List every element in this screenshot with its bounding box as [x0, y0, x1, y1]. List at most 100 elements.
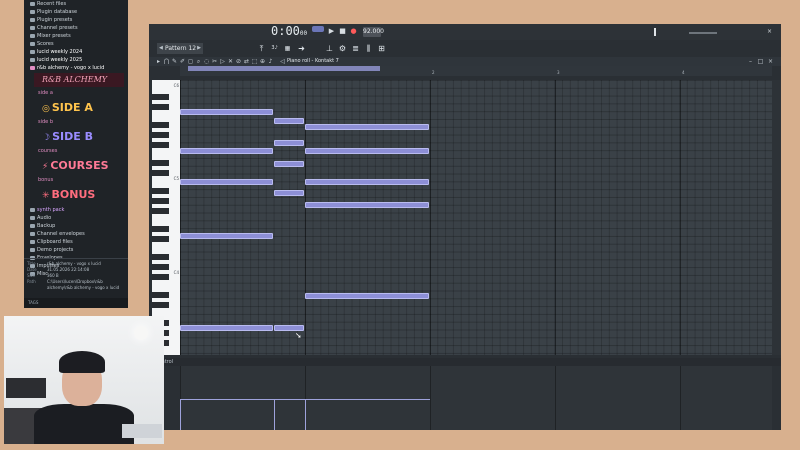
tempo-display[interactable]: 92.000: [363, 27, 384, 37]
black-key[interactable]: [152, 274, 169, 280]
speaker-icon[interactable]: ♪: [267, 58, 274, 65]
record-button[interactable]: ●: [349, 27, 358, 36]
black-key[interactable]: [152, 264, 169, 270]
black-key[interactable]: [152, 132, 169, 138]
black-key[interactable]: [152, 302, 169, 308]
browser-item-channel-envelopes[interactable]: Channel envelopes: [24, 230, 128, 238]
note[interactable]: [273, 190, 304, 196]
prev-pattern-icon[interactable]: ◀: [159, 43, 163, 54]
browser-item-synth-pack[interactable]: synth pack: [24, 206, 128, 214]
piano-keyboard[interactable]: C6 C5 C4: [152, 80, 180, 355]
black-key[interactable]: [152, 198, 169, 204]
side-b-folder[interactable]: ☽ SIDE B: [24, 126, 128, 148]
speaker-out-icon[interactable]: ◁: [279, 58, 286, 65]
browser-item-audio[interactable]: Audio: [24, 214, 128, 222]
maximize-icon[interactable]: □: [757, 58, 764, 65]
note[interactable]: [180, 109, 273, 115]
black-key[interactable]: [152, 188, 169, 194]
next-pattern-icon[interactable]: ▶: [197, 43, 201, 54]
minimize-icon[interactable]: –: [747, 58, 754, 65]
close-window-icon[interactable]: ×: [767, 58, 774, 65]
bonus-folder[interactable]: ✳ BONUS: [24, 184, 128, 206]
select-tool-icon[interactable]: ⬚: [251, 58, 258, 65]
courses-folder[interactable]: ⚡ COURSES: [24, 155, 128, 177]
note[interactable]: [305, 148, 429, 154]
browser-item-lucid-weekly-2025[interactable]: lucid weekly 2025: [24, 56, 128, 64]
side-a-folder[interactable]: ◎ SIDE A: [24, 97, 128, 119]
black-key[interactable]: [152, 122, 169, 128]
black-key[interactable]: [152, 142, 169, 148]
pattern-selector[interactable]: ◀ Pattern 12 ▶: [157, 43, 203, 54]
slip-icon[interactable]: ⇄: [243, 58, 250, 65]
browser-item-clipboard-files[interactable]: Clipboard files: [24, 238, 128, 246]
vertical-scrollbar[interactable]: [772, 80, 781, 355]
note[interactable]: [180, 148, 273, 154]
black-key[interactable]: [152, 94, 169, 100]
keyboard-typing-icon[interactable]: 3♪: [270, 44, 279, 53]
velocity-stem[interactable]: [273, 400, 275, 430]
browser-sub-courses[interactable]: courses: [24, 148, 128, 155]
stop-button[interactable]: ■: [338, 27, 347, 36]
browser-sub-side-a[interactable]: side a: [24, 90, 128, 97]
black-key[interactable]: [152, 160, 169, 166]
loop-region[interactable]: [188, 66, 380, 71]
note[interactable]: [273, 161, 304, 167]
pencil-icon[interactable]: ✎: [171, 58, 178, 65]
black-key[interactable]: [152, 236, 169, 242]
magnet-icon[interactable]: ⋂: [163, 58, 170, 65]
browser-item-channel-presets[interactable]: Channel presets: [24, 24, 128, 32]
zoom-icon[interactable]: ⌕: [195, 58, 202, 65]
note[interactable]: [180, 233, 273, 239]
browser-sub-bonus[interactable]: bonus: [24, 177, 128, 184]
select-icon[interactable]: ◻: [187, 58, 194, 65]
timeline-ruler[interactable]: 2 3 4: [180, 66, 772, 76]
slice-icon[interactable]: ✂: [211, 58, 218, 65]
brush-icon[interactable]: ✐: [179, 58, 186, 65]
mute-icon[interactable]: ◌: [203, 58, 210, 65]
black-key[interactable]: [152, 292, 169, 298]
note[interactable]: [273, 118, 304, 124]
mixer-icon[interactable]: ⫼: [364, 44, 373, 53]
note[interactable]: [305, 293, 429, 299]
playlist-icon[interactable]: ≣: [351, 44, 360, 53]
note[interactable]: [305, 202, 429, 208]
browser-item-recent-files[interactable]: Recent files: [24, 0, 128, 8]
snap-icon[interactable]: ⤒: [257, 44, 266, 53]
browser-item-lucid-weekly-2024[interactable]: lucid weekly 2024: [24, 48, 128, 56]
note[interactable]: [180, 179, 273, 185]
black-key[interactable]: [152, 254, 169, 260]
black-key[interactable]: [152, 208, 169, 214]
velocity-stem[interactable]: [180, 400, 181, 430]
velocity-lane[interactable]: [180, 366, 772, 430]
play-button[interactable]: ▶: [327, 27, 336, 36]
browser-item-demo-projects[interactable]: Demo projects: [24, 246, 128, 254]
note[interactable]: [305, 179, 429, 185]
browser-item-plugin-presets[interactable]: Plugin presets: [24, 16, 128, 24]
delete-icon[interactable]: ✕: [227, 58, 234, 65]
song-time-display[interactable]: 0:0000: [271, 24, 307, 38]
piano-icon[interactable]: ▦: [283, 44, 292, 53]
menu-icon[interactable]: ▸: [155, 58, 162, 65]
playback-icon[interactable]: ▷: [219, 58, 226, 65]
browser-item-scores[interactable]: Scores: [24, 40, 128, 48]
browser-sub-side-b[interactable]: side b: [24, 119, 128, 126]
mute-tool-icon[interactable]: ⊘: [235, 58, 242, 65]
browser-tags-bar[interactable]: TAGS: [24, 298, 128, 308]
zoom-tool-icon[interactable]: ⊕: [259, 58, 266, 65]
browser-item-mixer-presets[interactable]: Mixer presets: [24, 32, 128, 40]
note[interactable]: [273, 140, 304, 146]
browser-item-rb-alchemy[interactable]: r&b alchemy - vogo x lucid: [24, 64, 128, 72]
step-seq-icon[interactable]: ⊥: [325, 44, 334, 53]
arrow-right-icon[interactable]: ➜: [297, 44, 306, 53]
channel-rack-icon[interactable]: ⊞: [377, 44, 386, 53]
close-icon[interactable]: ×: [767, 28, 772, 35]
note[interactable]: [180, 325, 273, 331]
black-key[interactable]: [152, 104, 169, 110]
note[interactable]: [305, 124, 429, 130]
velocity-stem[interactable]: [305, 400, 306, 430]
black-key[interactable]: [152, 226, 169, 232]
pat-song-toggle[interactable]: [312, 26, 324, 32]
note-grid[interactable]: [180, 80, 772, 355]
plugin-picker-icon[interactable]: ⚙: [338, 44, 347, 53]
browser-item-backup[interactable]: Backup: [24, 222, 128, 230]
